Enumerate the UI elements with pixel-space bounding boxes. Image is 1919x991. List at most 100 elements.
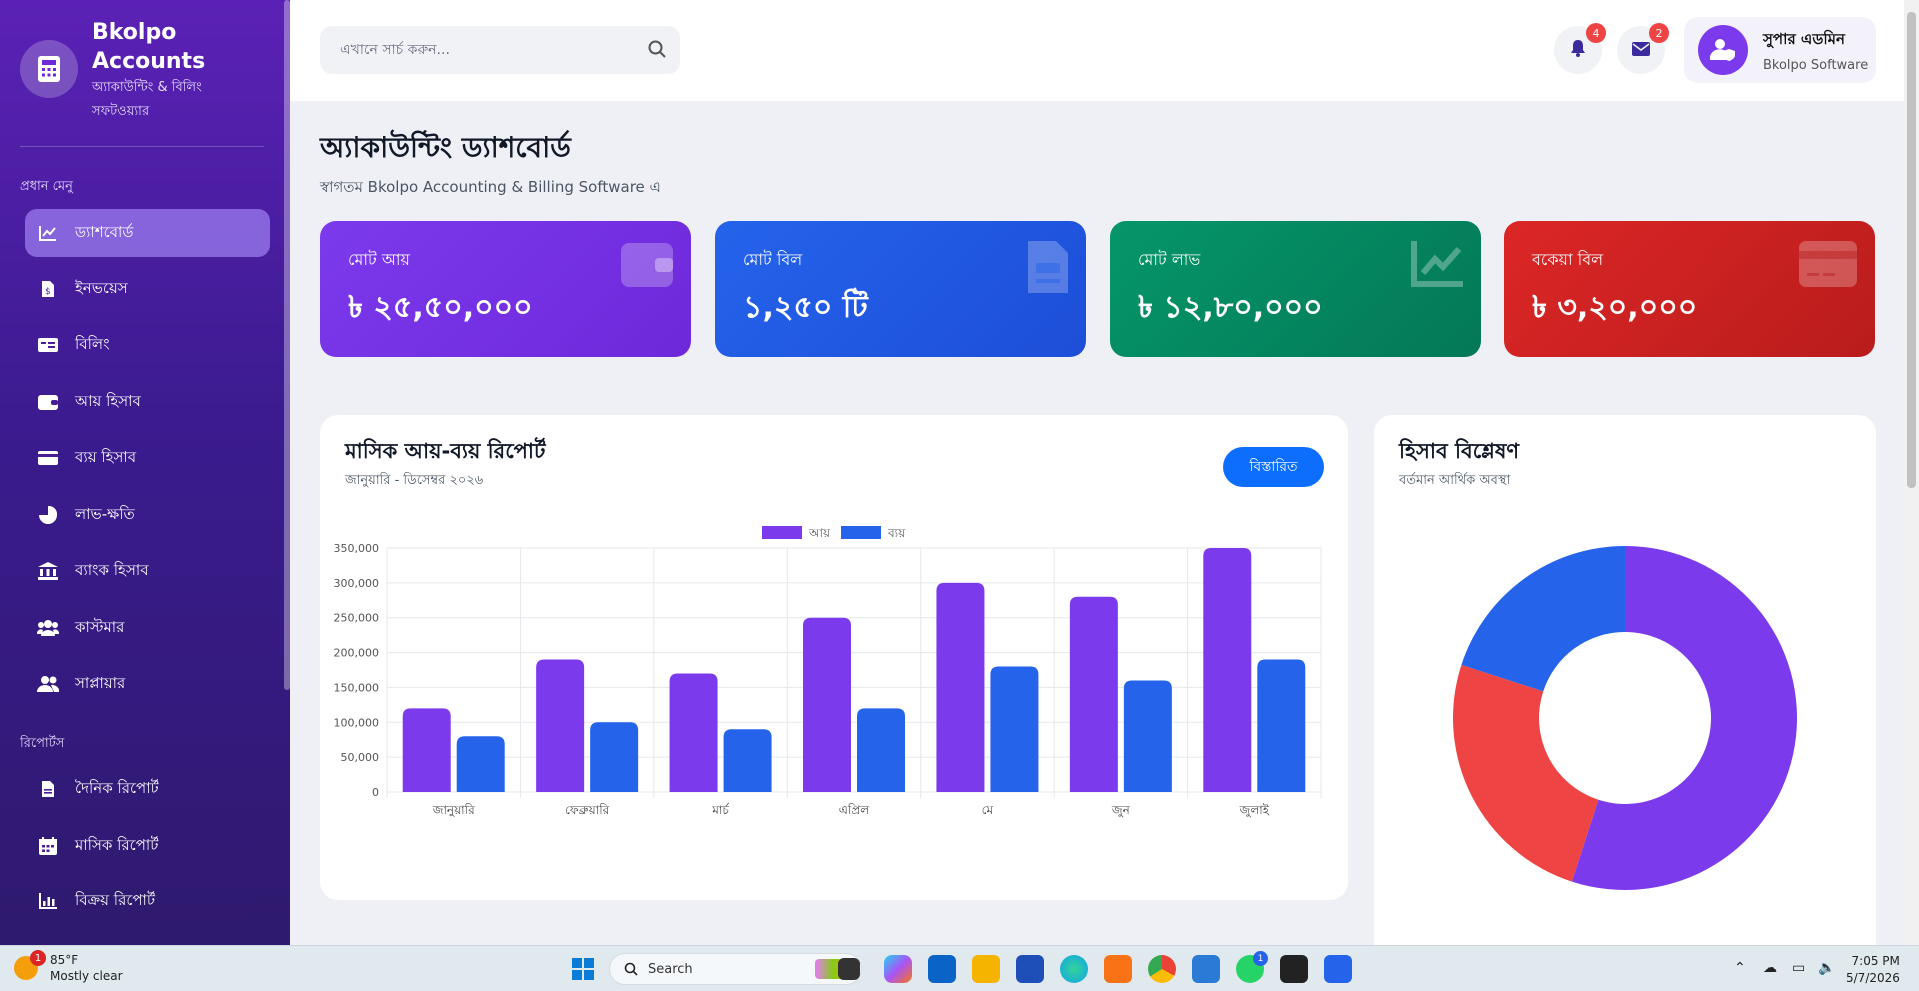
calculator-icon	[20, 40, 78, 98]
stat-card-due-bills[interactable]: বকেয়া বিল ৳ ৩,২০,০০০	[1504, 221, 1875, 357]
edge-icon[interactable]	[1060, 955, 1088, 983]
taskbar: 1 85°F Mostly clear Search 1 ⌃ ☁ ▭ 🔈 7:0…	[0, 945, 1919, 991]
stat-card-value: ৳ ১২,৮০,০০০	[1138, 290, 1323, 325]
page-scrollbar-thumb[interactable]	[1907, 12, 1916, 488]
store-icon[interactable]	[1016, 955, 1044, 983]
sidebar-item-supplier[interactable]: সাপ্লায়ার	[25, 660, 270, 708]
task-view-icon[interactable]	[838, 958, 860, 980]
billing-icon	[37, 334, 59, 356]
weather-badge: 1	[30, 950, 46, 966]
whatsapp-icon[interactable]: 1	[1236, 951, 1268, 983]
stat-card-value: ৳ ৩,২০,০০০	[1532, 290, 1698, 325]
weather-description: Mostly clear	[50, 969, 123, 983]
expense-bar	[456, 736, 505, 792]
stat-card-total-income[interactable]: মোট আয় ৳ ২৫,৫০,০০০	[320, 221, 691, 357]
credit-card-icon	[1799, 241, 1857, 291]
xampp-icon[interactable]	[1104, 955, 1132, 983]
y-tick-label: 0	[372, 786, 379, 799]
search-icon[interactable]	[648, 40, 666, 62]
sidebar-item-sales-report[interactable]: বিক্রয় রিপোর্ট	[25, 877, 270, 925]
messages-button[interactable]: 2	[1617, 23, 1669, 74]
income-bar	[536, 659, 585, 792]
x-tick-label: মে	[982, 803, 994, 817]
clock-time: 7:05 PM	[1851, 954, 1900, 968]
donut-slice	[1453, 664, 1599, 882]
pie-chart-icon	[37, 504, 59, 526]
sidebar-item-billing[interactable]: বিলিং	[25, 321, 270, 369]
weather-temperature: 85°F	[50, 953, 79, 967]
stat-card-total-bills[interactable]: মোট বিল ১,২৫০ টি	[715, 221, 1086, 357]
sidebar-item-monthly-report[interactable]: মাসিক রিপোর্ট	[25, 822, 270, 870]
sidebar-item-invoice[interactable]: $ ইনভয়েস	[25, 265, 270, 313]
sidebar-item-label: কাস্টমার	[75, 617, 125, 636]
user-profile[interactable]: সুপার এডমিন Bkolpo Software	[1684, 17, 1876, 83]
expense-bar	[857, 708, 905, 792]
sidebar-item-bank[interactable]: ব্যাংক হিসাব	[25, 547, 270, 595]
legend-swatch	[841, 526, 881, 539]
stat-card-label: মোট বিল	[743, 250, 803, 269]
y-tick-label: 250,000	[334, 612, 380, 625]
expense-bar	[590, 722, 639, 792]
income-bar	[936, 582, 985, 792]
monthly-report-panel: মাসিক আয়-ব্যয় রিপোর্ট জানুয়ারি - ডিসে…	[320, 415, 1348, 900]
sidebar-section-reports: রিপোর্টস	[20, 736, 65, 751]
taskbar-search[interactable]: Search	[609, 953, 862, 985]
chart-line-icon	[37, 222, 59, 244]
bank-icon	[37, 560, 59, 582]
outlook-icon[interactable]	[928, 955, 956, 983]
network-icon[interactable]: ▭	[1792, 960, 1805, 976]
envelope-icon	[1632, 41, 1650, 60]
sidebar-item-dashboard[interactable]: ড্যাশবোর্ড	[25, 209, 270, 257]
sidebar-divider	[20, 146, 264, 147]
stat-card-label: মোট লাভ	[1138, 250, 1201, 269]
weather-sun-icon: 1	[14, 950, 46, 980]
sidebar-item-expense[interactable]: ব্যয় হিসাব	[25, 434, 270, 482]
clock-date: 5/7/2026	[1846, 971, 1900, 985]
income-bar	[1203, 548, 1252, 792]
sidebar-item-profit-loss[interactable]: লাভ-ক্ষতি	[25, 491, 270, 539]
sidebar: Bkolpo Accounts অ্যাকাউন্টিং & বিলিং সফট…	[0, 0, 290, 945]
bar-chart-icon	[37, 890, 59, 912]
sidebar-item-label: ব্যাংক হিসাব	[75, 560, 149, 579]
sidebar-item-income[interactable]: আয় হিসাব	[25, 378, 270, 426]
notepad-icon[interactable]	[1324, 955, 1352, 983]
income-bar	[402, 708, 451, 792]
stat-card-value: ৳ ২৫,৫০,০০০	[348, 290, 533, 325]
legend-label: আয়	[808, 526, 831, 540]
expense-bar	[1123, 680, 1172, 792]
messages-badge: 2	[1649, 23, 1669, 43]
sidebar-item-daily-report[interactable]: দৈনিক রিপোর্ট	[25, 765, 270, 813]
weather-widget[interactable]: 1 85°F Mostly clear	[14, 950, 123, 984]
wallet-icon	[621, 241, 673, 291]
vscode-icon[interactable]	[1192, 955, 1220, 983]
y-tick-label: 150,000	[334, 681, 380, 694]
brand-subtitle: অ্যাকাউন্টিং & বিলিং সফটওয়্যার	[92, 80, 202, 119]
chrome-icon[interactable]	[1148, 955, 1176, 983]
expense-bar	[723, 729, 772, 792]
file-explorer-icon[interactable]	[972, 955, 1000, 983]
search-input[interactable]	[320, 26, 640, 74]
chevron-up-icon[interactable]: ⌃	[1734, 960, 1746, 976]
whatsapp-badge: 1	[1253, 951, 1268, 966]
stat-card-total-profit[interactable]: মোট লাভ ৳ ১২,৮০,০০০	[1110, 221, 1481, 357]
notifications-button[interactable]: 4	[1554, 23, 1606, 74]
clock[interactable]: 7:05 PM 5/7/2026	[1846, 953, 1900, 987]
x-tick-label: জুলাই	[1239, 803, 1270, 818]
sidebar-item-label: মাসিক রিপোর্ট	[75, 835, 159, 854]
expense-bar	[1257, 659, 1306, 792]
volume-icon[interactable]: 🔈	[1818, 960, 1835, 976]
copilot-icon[interactable]	[884, 955, 912, 983]
terminal-icon[interactable]	[1280, 955, 1308, 983]
search-box	[320, 26, 680, 74]
sidebar-scrollbar[interactable]	[284, 0, 290, 690]
user-org: Bkolpo Software	[1763, 57, 1869, 73]
stat-card-value: ১,২৫০ টি	[743, 290, 868, 325]
income-bar	[803, 617, 851, 792]
windows-start-icon[interactable]	[572, 958, 594, 984]
sidebar-item-customer[interactable]: কাস্টমার	[25, 604, 270, 652]
calendar-icon	[37, 835, 59, 857]
sidebar-item-label: আয় হিসাব	[75, 391, 141, 410]
cloud-offline-icon[interactable]: ☁	[1763, 960, 1777, 976]
brand: Bkolpo Accounts অ্যাকাউন্টিং & বিলিং সফট…	[0, 0, 290, 124]
brand-name: Bkolpo Accounts	[92, 20, 206, 74]
